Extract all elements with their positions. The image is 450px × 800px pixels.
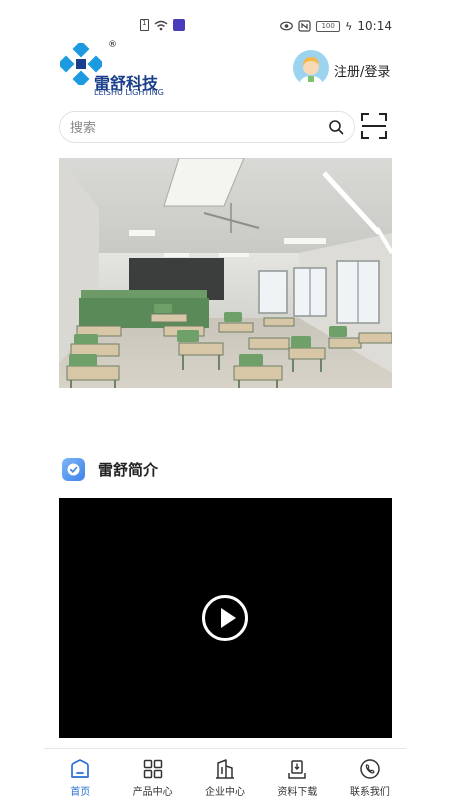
download-icon [288,760,307,779]
section-heading: 雷舒简介 [62,456,158,482]
nav-item-products[interactable]: 产品中心 [116,749,188,800]
nav-label-downloads: 资料下载 [277,787,318,798]
section-title: 雷舒简介 [98,460,159,479]
phone-icon [360,759,380,779]
wifi-icon [154,20,168,30]
building-icon [216,759,235,779]
company-logo[interactable]: ® 雷舒科技 LEISHU LIGHTING [60,40,164,98]
banner-classroom-image[interactable] [59,158,392,388]
battery-icon: 100 [316,20,341,32]
checkmark-badge-icon [62,457,85,481]
logo-english-name: LEISHU LIGHTING [94,88,164,97]
bottom-navigation: 首页 产品中心 企业中心 资料下载 联系我们 [44,748,406,800]
avatar-person-icon [299,57,323,86]
sim-icon [140,19,149,31]
eye-icon [280,21,294,31]
nav-label-products: 产品中心 [132,787,173,798]
nav-item-downloads[interactable]: 资料下载 [261,749,333,800]
avatar[interactable] [293,50,329,86]
nav-label-enterprise: 企业中心 [205,787,246,798]
nav-label-home: 首页 [70,787,91,798]
intro-video-player[interactable] [59,498,392,738]
status-time: 10:14 [357,19,392,33]
app-badge-icon [173,19,185,31]
status-right: 100 ϟ 10:14 [280,19,392,33]
nav-item-contact[interactable]: 联系我们 [334,749,406,800]
search-icon[interactable] [328,119,344,135]
search-bar[interactable] [59,111,355,143]
play-icon[interactable] [202,595,248,641]
nfc-icon [298,20,311,32]
home-icon [71,759,90,778]
status-left [140,19,185,31]
scan-icon[interactable] [361,113,387,139]
charging-icon: ϟ [345,19,353,33]
search-input[interactable] [70,112,320,142]
grid-icon [143,759,162,779]
nav-label-contact: 联系我们 [349,787,390,798]
nav-item-home[interactable]: 首页 [44,749,116,800]
app-header: ® 雷舒科技 LEISHU LIGHTING 注册/登录 [0,40,450,102]
nav-item-enterprise[interactable]: 企业中心 [189,749,261,800]
logo-registered-mark: ® [108,40,117,50]
classroom-image [59,158,392,388]
register-login-link[interactable]: 注册/登录 [334,61,390,80]
